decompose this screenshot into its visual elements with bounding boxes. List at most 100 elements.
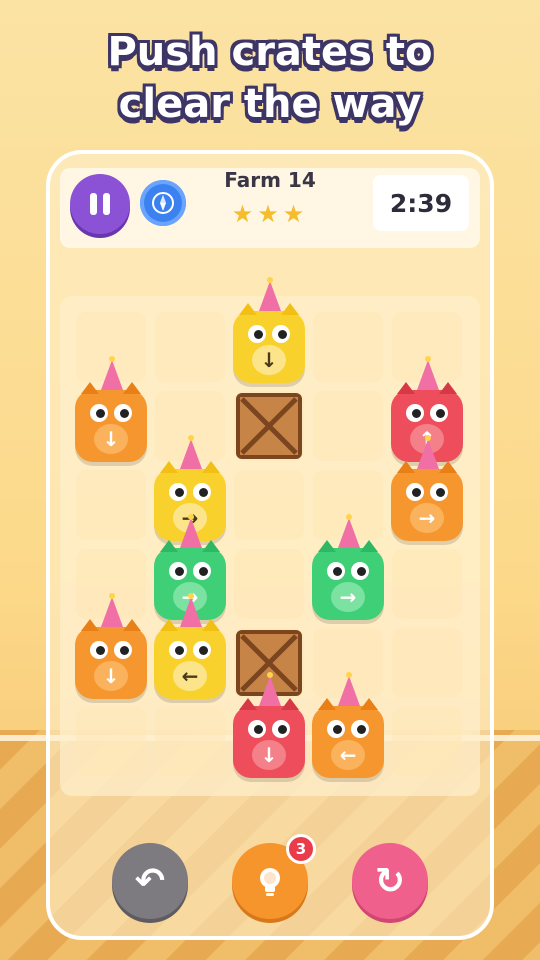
board-cell: [155, 312, 225, 382]
eye: [430, 404, 448, 422]
party-hat-icon: [180, 514, 202, 548]
party-hat-icon: [101, 356, 123, 390]
yellow-creature-piece[interactable]: ↓: [233, 277, 305, 383]
ear: [318, 698, 336, 710]
direction-arrow-icon: →: [410, 503, 444, 533]
ear: [202, 461, 220, 473]
green-creature-piece[interactable]: →: [312, 514, 384, 620]
direction-arrow-icon: ↓: [94, 661, 128, 691]
red-creature-piece[interactable]: ↓: [233, 672, 305, 778]
party-hat-icon: [180, 593, 202, 627]
eye: [169, 641, 187, 659]
eye: [248, 720, 266, 738]
yellow-creature-piece[interactable]: ←: [154, 593, 226, 699]
ear: [239, 303, 257, 315]
board-cell: [155, 707, 225, 777]
party-hat-icon: [259, 672, 281, 706]
party-hat-icon: [417, 435, 439, 469]
ear: [397, 461, 415, 473]
ear: [123, 382, 141, 394]
direction-arrow-icon: ↓: [252, 740, 286, 770]
ear: [202, 619, 220, 631]
ear: [281, 698, 299, 710]
ear: [239, 698, 257, 710]
level-name: Farm 14: [224, 168, 316, 192]
restart-button[interactable]: ↻: [352, 843, 428, 919]
game-board: ↓ ↓ ↑ → → → → ↓ ← ↓ ←: [60, 277, 480, 796]
eye: [351, 720, 369, 738]
eye: [169, 562, 187, 580]
board-cell: [234, 470, 304, 540]
direction-arrow-icon: ←: [331, 740, 365, 770]
board-cell: [234, 549, 304, 619]
orange-creature-piece[interactable]: ↓: [75, 356, 147, 462]
ear: [160, 619, 178, 631]
eye: [193, 641, 211, 659]
eye: [114, 641, 132, 659]
ear: [360, 698, 378, 710]
eye: [169, 483, 187, 501]
eye: [351, 562, 369, 580]
hint-count-badge: 3: [286, 834, 316, 864]
eye: [114, 404, 132, 422]
board-cell: [313, 391, 383, 461]
ear: [439, 382, 457, 394]
party-hat-icon: [180, 435, 202, 469]
lightbulb-icon: [260, 868, 280, 896]
ear: [123, 619, 141, 631]
ear: [160, 540, 178, 552]
eye: [430, 483, 448, 501]
direction-arrow-icon: ←: [173, 661, 207, 691]
party-hat-icon: [417, 356, 439, 390]
compass-icon: [152, 192, 174, 214]
countdown-timer: 2:39: [373, 175, 469, 231]
eye: [90, 641, 108, 659]
board-cell: [392, 628, 462, 698]
ear: [397, 382, 415, 394]
direction-arrow-icon: ↓: [252, 345, 286, 375]
eye: [90, 404, 108, 422]
pause-icon: [90, 193, 97, 215]
ear: [360, 540, 378, 552]
ear: [81, 619, 99, 631]
ear: [160, 461, 178, 473]
undo-icon: ↶: [134, 860, 166, 902]
direction-arrow-icon: →: [331, 582, 365, 612]
board-cell: [76, 707, 146, 777]
eye: [406, 404, 424, 422]
eye: [327, 562, 345, 580]
headline-line-1: Push crates to: [107, 29, 433, 75]
compass-button[interactable]: [140, 180, 186, 226]
star-rating: ★★★: [231, 200, 309, 228]
party-hat-icon: [101, 593, 123, 627]
party-hat-icon: [338, 672, 360, 706]
ear: [318, 540, 336, 552]
eye: [248, 325, 266, 343]
eye: [193, 483, 211, 501]
orange-creature-piece[interactable]: ↓: [75, 593, 147, 699]
crate[interactable]: [236, 393, 302, 459]
party-hat-icon: [338, 514, 360, 548]
ear: [202, 540, 220, 552]
board-cell: [313, 312, 383, 382]
eye: [193, 562, 211, 580]
promo-headline: Push crates to clear the way: [0, 26, 540, 130]
headline-line-2: clear the way: [118, 81, 422, 127]
ear: [281, 303, 299, 315]
restart-icon: ↻: [374, 860, 406, 902]
eye: [406, 483, 424, 501]
board-cell: [392, 549, 462, 619]
direction-arrow-icon: ↓: [94, 424, 128, 454]
eye: [327, 720, 345, 738]
ear: [81, 382, 99, 394]
pause-icon-bar: [103, 193, 110, 215]
undo-button[interactable]: ↶: [112, 843, 188, 919]
board-cell: [392, 707, 462, 777]
orange-creature-piece[interactable]: ←: [312, 672, 384, 778]
orange-creature-piece[interactable]: →: [391, 435, 463, 541]
crate-icon: [240, 397, 298, 455]
party-hat-icon: [259, 277, 281, 311]
ear: [439, 461, 457, 473]
pause-button[interactable]: [70, 174, 130, 234]
eye: [272, 720, 290, 738]
